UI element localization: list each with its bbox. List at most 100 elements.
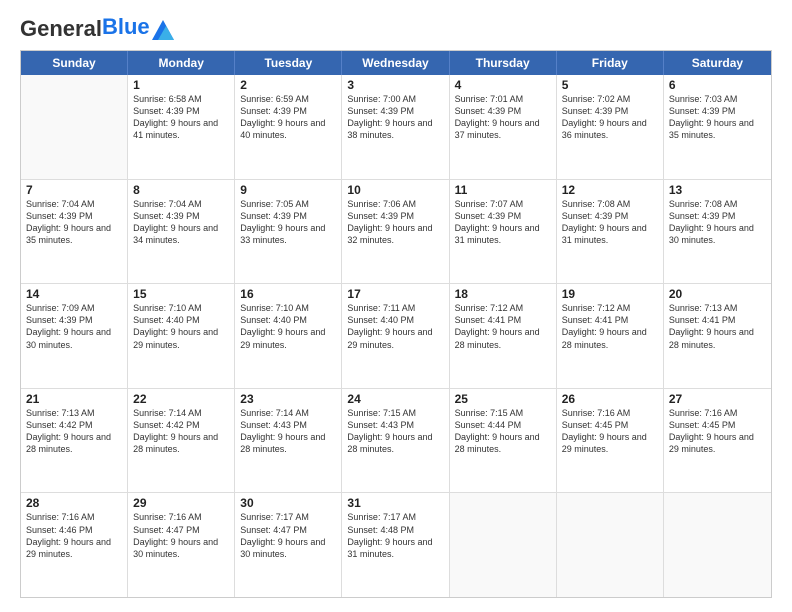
cell-info: Sunrise: 7:15 AMSunset: 4:43 PMDaylight:… (347, 407, 443, 456)
calendar-cell: 4Sunrise: 7:01 AMSunset: 4:39 PMDaylight… (450, 75, 557, 179)
day-number: 23 (240, 392, 336, 406)
calendar-cell: 3Sunrise: 7:00 AMSunset: 4:39 PMDaylight… (342, 75, 449, 179)
calendar-cell: 10Sunrise: 7:06 AMSunset: 4:39 PMDayligh… (342, 180, 449, 284)
cell-info: Sunrise: 7:08 AMSunset: 4:39 PMDaylight:… (562, 198, 658, 247)
calendar-week-5: 28Sunrise: 7:16 AMSunset: 4:46 PMDayligh… (21, 492, 771, 597)
day-number: 13 (669, 183, 766, 197)
day-number: 8 (133, 183, 229, 197)
cell-info: Sunrise: 7:16 AMSunset: 4:45 PMDaylight:… (669, 407, 766, 456)
day-number: 16 (240, 287, 336, 301)
day-number: 11 (455, 183, 551, 197)
day-header-tuesday: Tuesday (235, 51, 342, 75)
day-number: 26 (562, 392, 658, 406)
day-header-saturday: Saturday (664, 51, 771, 75)
day-number: 21 (26, 392, 122, 406)
cell-info: Sunrise: 7:13 AMSunset: 4:41 PMDaylight:… (669, 302, 766, 351)
cell-info: Sunrise: 7:10 AMSunset: 4:40 PMDaylight:… (240, 302, 336, 351)
day-number: 28 (26, 496, 122, 510)
calendar-cell: 15Sunrise: 7:10 AMSunset: 4:40 PMDayligh… (128, 284, 235, 388)
day-header-monday: Monday (128, 51, 235, 75)
calendar-cell (21, 75, 128, 179)
day-number: 4 (455, 78, 551, 92)
day-number: 19 (562, 287, 658, 301)
day-header-wednesday: Wednesday (342, 51, 449, 75)
calendar-week-1: 1Sunrise: 6:58 AMSunset: 4:39 PMDaylight… (21, 75, 771, 179)
cell-info: Sunrise: 7:01 AMSunset: 4:39 PMDaylight:… (455, 93, 551, 142)
calendar: SundayMondayTuesdayWednesdayThursdayFrid… (20, 50, 772, 598)
day-number: 30 (240, 496, 336, 510)
day-number: 29 (133, 496, 229, 510)
calendar-cell: 25Sunrise: 7:15 AMSunset: 4:44 PMDayligh… (450, 389, 557, 493)
cell-info: Sunrise: 7:04 AMSunset: 4:39 PMDaylight:… (133, 198, 229, 247)
cell-info: Sunrise: 7:13 AMSunset: 4:42 PMDaylight:… (26, 407, 122, 456)
day-header-thursday: Thursday (450, 51, 557, 75)
day-number: 18 (455, 287, 551, 301)
day-number: 7 (26, 183, 122, 197)
calendar-cell: 30Sunrise: 7:17 AMSunset: 4:47 PMDayligh… (235, 493, 342, 597)
day-number: 20 (669, 287, 766, 301)
calendar-cell: 23Sunrise: 7:14 AMSunset: 4:43 PMDayligh… (235, 389, 342, 493)
cell-info: Sunrise: 7:14 AMSunset: 4:42 PMDaylight:… (133, 407, 229, 456)
cell-info: Sunrise: 7:04 AMSunset: 4:39 PMDaylight:… (26, 198, 122, 247)
cell-info: Sunrise: 7:03 AMSunset: 4:39 PMDaylight:… (669, 93, 766, 142)
day-number: 15 (133, 287, 229, 301)
day-number: 24 (347, 392, 443, 406)
calendar-cell: 17Sunrise: 7:11 AMSunset: 4:40 PMDayligh… (342, 284, 449, 388)
logo-general: General (20, 18, 102, 40)
logo-blue: Blue (102, 14, 150, 40)
calendar-cell: 1Sunrise: 6:58 AMSunset: 4:39 PMDaylight… (128, 75, 235, 179)
cell-info: Sunrise: 7:17 AMSunset: 4:48 PMDaylight:… (347, 511, 443, 560)
logo-icon (152, 20, 174, 40)
calendar-cell: 9Sunrise: 7:05 AMSunset: 4:39 PMDaylight… (235, 180, 342, 284)
day-number: 9 (240, 183, 336, 197)
day-number: 17 (347, 287, 443, 301)
cell-info: Sunrise: 7:15 AMSunset: 4:44 PMDaylight:… (455, 407, 551, 456)
calendar-cell: 11Sunrise: 7:07 AMSunset: 4:39 PMDayligh… (450, 180, 557, 284)
cell-info: Sunrise: 7:14 AMSunset: 4:43 PMDaylight:… (240, 407, 336, 456)
cell-info: Sunrise: 7:05 AMSunset: 4:39 PMDaylight:… (240, 198, 336, 247)
calendar-cell: 2Sunrise: 6:59 AMSunset: 4:39 PMDaylight… (235, 75, 342, 179)
cell-info: Sunrise: 7:00 AMSunset: 4:39 PMDaylight:… (347, 93, 443, 142)
calendar-cell: 8Sunrise: 7:04 AMSunset: 4:39 PMDaylight… (128, 180, 235, 284)
calendar-cell: 5Sunrise: 7:02 AMSunset: 4:39 PMDaylight… (557, 75, 664, 179)
cell-info: Sunrise: 7:17 AMSunset: 4:47 PMDaylight:… (240, 511, 336, 560)
calendar-week-2: 7Sunrise: 7:04 AMSunset: 4:39 PMDaylight… (21, 179, 771, 284)
page: General Blue SundayMondayTuesdayWednesda… (0, 0, 792, 612)
calendar-cell (664, 493, 771, 597)
cell-info: Sunrise: 7:16 AMSunset: 4:45 PMDaylight:… (562, 407, 658, 456)
cell-info: Sunrise: 7:12 AMSunset: 4:41 PMDaylight:… (562, 302, 658, 351)
calendar-body: 1Sunrise: 6:58 AMSunset: 4:39 PMDaylight… (21, 75, 771, 597)
day-number: 3 (347, 78, 443, 92)
calendar-week-4: 21Sunrise: 7:13 AMSunset: 4:42 PMDayligh… (21, 388, 771, 493)
day-number: 1 (133, 78, 229, 92)
cell-info: Sunrise: 7:12 AMSunset: 4:41 PMDaylight:… (455, 302, 551, 351)
day-number: 25 (455, 392, 551, 406)
calendar-cell: 29Sunrise: 7:16 AMSunset: 4:47 PMDayligh… (128, 493, 235, 597)
cell-info: Sunrise: 6:58 AMSunset: 4:39 PMDaylight:… (133, 93, 229, 142)
calendar-cell: 12Sunrise: 7:08 AMSunset: 4:39 PMDayligh… (557, 180, 664, 284)
cell-info: Sunrise: 6:59 AMSunset: 4:39 PMDaylight:… (240, 93, 336, 142)
cell-info: Sunrise: 7:08 AMSunset: 4:39 PMDaylight:… (669, 198, 766, 247)
day-header-friday: Friday (557, 51, 664, 75)
calendar-cell (450, 493, 557, 597)
calendar-cell: 14Sunrise: 7:09 AMSunset: 4:39 PMDayligh… (21, 284, 128, 388)
header: General Blue (20, 18, 772, 40)
day-number: 27 (669, 392, 766, 406)
calendar-cell (557, 493, 664, 597)
day-number: 12 (562, 183, 658, 197)
calendar-cell: 18Sunrise: 7:12 AMSunset: 4:41 PMDayligh… (450, 284, 557, 388)
day-number: 6 (669, 78, 766, 92)
calendar-cell: 20Sunrise: 7:13 AMSunset: 4:41 PMDayligh… (664, 284, 771, 388)
calendar-cell: 19Sunrise: 7:12 AMSunset: 4:41 PMDayligh… (557, 284, 664, 388)
calendar-cell: 13Sunrise: 7:08 AMSunset: 4:39 PMDayligh… (664, 180, 771, 284)
logo: General Blue (20, 18, 174, 40)
day-number: 22 (133, 392, 229, 406)
calendar-cell: 24Sunrise: 7:15 AMSunset: 4:43 PMDayligh… (342, 389, 449, 493)
calendar-cell: 26Sunrise: 7:16 AMSunset: 4:45 PMDayligh… (557, 389, 664, 493)
cell-info: Sunrise: 7:16 AMSunset: 4:47 PMDaylight:… (133, 511, 229, 560)
day-number: 5 (562, 78, 658, 92)
calendar-header: SundayMondayTuesdayWednesdayThursdayFrid… (21, 51, 771, 75)
day-number: 14 (26, 287, 122, 301)
day-header-sunday: Sunday (21, 51, 128, 75)
calendar-cell: 7Sunrise: 7:04 AMSunset: 4:39 PMDaylight… (21, 180, 128, 284)
